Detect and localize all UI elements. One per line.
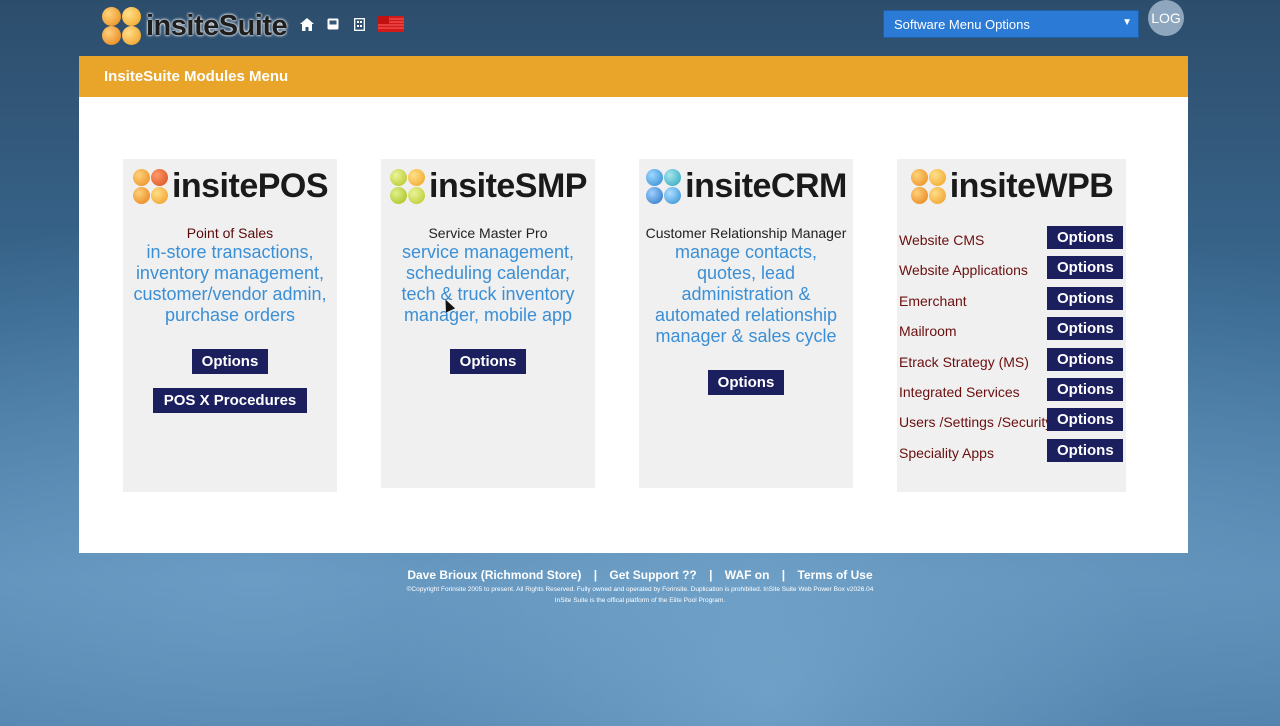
pos-x-procedures-button[interactable]: POS X Procedures (152, 388, 308, 413)
card-title: insiteCRM (639, 163, 853, 209)
footer: Dave Brioux (Richmond Store) | Get Suppo… (0, 568, 1280, 606)
insitesuite-logo[interactable]: insiteSuite (101, 6, 288, 46)
footer-user-link[interactable]: Dave Brioux (Richmond Store) (407, 568, 581, 582)
logo-balls-icon (101, 6, 143, 46)
crm-options-button[interactable]: Options (707, 370, 785, 395)
card-subtitle: Point of Sales (186, 225, 274, 241)
list-item: Integrated Services Options (899, 377, 1124, 407)
list-item: Website Applications Options (899, 255, 1124, 285)
chevron-down-icon: ▼ (1122, 17, 1132, 28)
list-item: Mailroom Options (899, 316, 1124, 346)
wpb-options-button[interactable]: Options (1047, 408, 1123, 432)
wpb-options-button[interactable]: Options (1047, 286, 1123, 310)
card-insitepos: insitePOS Point of Sales in-store transa… (123, 159, 337, 492)
nav-icons (300, 16, 404, 32)
pos-logo-icon (132, 168, 169, 205)
wpb-item-label[interactable]: Website CMS (899, 232, 984, 248)
smp-logo-icon (389, 168, 426, 205)
card-name: insitePOS (171, 166, 329, 205)
list-item: Emerchant Options (899, 286, 1124, 316)
wpb-item-label[interactable]: Users /Settings /Security (899, 414, 1052, 430)
card-insitesmp: insiteSMP Service Master Pro service man… (381, 159, 595, 488)
card-name: insiteSMP (429, 166, 587, 205)
card-description: manage contacts, quotes, lead administra… (654, 242, 838, 346)
wpb-item-label[interactable]: Website Applications (899, 262, 1028, 278)
card-title: insiteWPB (897, 163, 1126, 209)
footer-separator: | (709, 568, 713, 582)
logo-text: insiteSuite (146, 9, 288, 42)
wpb-options-button[interactable]: Options (1047, 438, 1123, 462)
card-insitecrm: insiteCRM Customer Relationship Manager … (639, 159, 853, 488)
footer-links: Dave Brioux (Richmond Store) | Get Suppo… (0, 568, 1280, 582)
modules-panel: InsiteSuite Modules Menu insitePOS Point… (79, 56, 1188, 553)
wpb-options-list: Website CMS Options Website Applications O… (899, 225, 1124, 468)
smp-options-button[interactable]: Options (449, 349, 527, 374)
card-subtitle: Customer Relationship Manager (645, 225, 847, 241)
software-menu-select-value: Software Menu Options (894, 16, 1030, 32)
wpb-item-label[interactable]: Emerchant (899, 293, 967, 309)
footer-support-link[interactable]: Get Support ?? (609, 568, 696, 582)
wpb-options-button[interactable]: Options (1047, 317, 1123, 341)
wpb-options-button[interactable]: Options (1047, 347, 1123, 371)
pos-options-button[interactable]: Options (191, 349, 269, 374)
wpb-logo-icon (910, 168, 947, 205)
wpb-item-label[interactable]: Mailroom (899, 323, 957, 339)
footer-copyright: ©Copyright Forinsite 2005 to present. Al… (406, 586, 874, 593)
card-description: in-store transactions, inventory managem… (133, 242, 327, 325)
footer-separator: | (593, 568, 598, 582)
list-item: Website CMS Options (899, 225, 1124, 255)
list-item: Etrack Strategy (MS) Options (899, 347, 1124, 377)
crm-logo-icon (645, 168, 682, 205)
wpb-options-button[interactable]: Options (1047, 226, 1123, 249)
top-bar: insiteSuite Software Menu Options ▼ LOG (0, 0, 1280, 52)
footer-waf-link[interactable]: WAF on (725, 568, 770, 582)
card-description: service management, scheduling calendar,… (401, 242, 575, 325)
home-icon[interactable] (300, 17, 314, 31)
card-title: insiteSMP (381, 163, 595, 209)
footer-tagline: InSite Suite is the offical platform of … (554, 597, 726, 604)
list-item: Users /Settings /Security Options (899, 407, 1124, 437)
wpb-options-button[interactable]: Options (1047, 377, 1123, 401)
card-insitewpb: insiteWPB Website CMS Options Website App… (897, 159, 1126, 492)
inbox-icon[interactable] (326, 17, 340, 31)
card-subtitle: Service Master Pro (428, 225, 548, 241)
list-item: Speciality Apps Options (899, 438, 1124, 468)
card-title: insitePOS (123, 163, 337, 209)
log-button[interactable]: LOG (1148, 0, 1184, 36)
panel-title: InsiteSuite Modules Menu (79, 56, 1188, 97)
footer-terms-link[interactable]: Terms of Use (798, 568, 873, 582)
card-name: insiteWPB (949, 166, 1114, 205)
software-menu-select[interactable]: Software Menu Options ▼ (883, 10, 1139, 38)
flag-icon[interactable] (378, 16, 404, 32)
building-icon[interactable] (352, 17, 366, 31)
wpb-options-button[interactable]: Options (1047, 256, 1123, 280)
wpb-item-label[interactable]: Speciality Apps (899, 445, 994, 461)
wpb-item-label[interactable]: Integrated Services (899, 384, 1020, 400)
wpb-item-label[interactable]: Etrack Strategy (MS) (899, 354, 1029, 370)
card-name: insiteCRM (685, 166, 847, 205)
footer-separator: | (781, 568, 786, 582)
